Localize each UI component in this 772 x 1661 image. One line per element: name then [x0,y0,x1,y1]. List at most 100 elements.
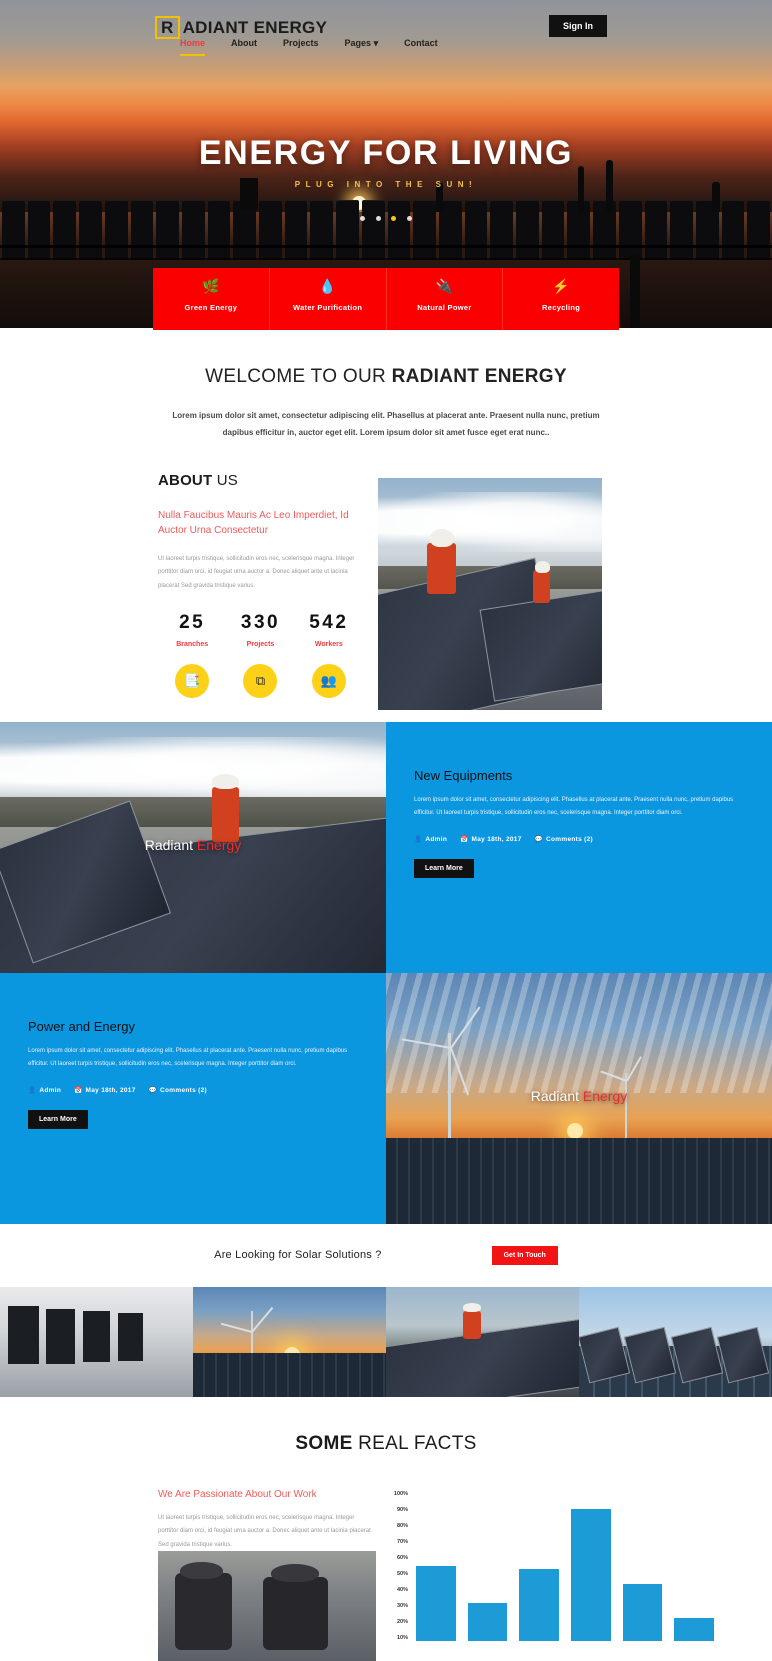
gallery-item-2[interactable] [193,1286,386,1397]
blog-card-power-and-energy: Power and Energy Lorem ipsum dolor sit a… [0,972,386,1224]
nav-item-contact[interactable]: Contact [404,38,438,56]
y-tick: 80% [396,1522,408,1529]
about-paragraph: Ut laoreet turpis tristique, sollicitudi… [158,555,355,590]
gallery-item-3[interactable] [386,1286,579,1397]
y-tick: 50% [396,1570,408,1577]
site-logo[interactable]: R ADIANT ENERGY [155,16,327,39]
bolt-icon: ⚡ [552,278,570,294]
y-tick: 20% [396,1618,408,1625]
get-in-touch-button[interactable]: Get In Touch [491,1245,558,1265]
carousel-dot-1[interactable] [360,216,366,221]
facts-paragraph: Ut laoreet turpis tristique, sollicitudi… [158,1514,371,1549]
feature-green-energy[interactable]: 🌿 Green Energy [153,268,270,330]
feature-label: Green Energy [184,303,238,312]
logo-text: ADIANT ENERGY [182,17,328,37]
meta-author: 👤 Admin [28,1086,62,1095]
feature-recycling[interactable]: ⚡ Recycling [503,268,619,330]
landing-page: ENERGY FOR LIVING PLUG INTO THE SUN! R A… [0,0,772,1661]
calendar-icon: 📅 [460,836,469,844]
nav-item-home[interactable]: Home [180,38,206,56]
hero-rail [0,245,772,248]
sign-in-button[interactable]: Sign In [549,15,607,37]
welcome-paragraph: Lorem ipsum dolor sit amet, consectetur … [172,411,600,437]
hero-title: ENERGY FOR LIVING [198,134,574,172]
learn-more-button[interactable]: Learn More [414,859,474,879]
meta-comments[interactable]: 💬 Comments (2) [535,835,593,844]
comment-icon: 💬 [148,1087,158,1095]
carousel-dot-4[interactable] [406,216,412,221]
gallery-item-1[interactable] [0,1286,193,1397]
blog-row-1: Radiant Energy New Equipments Lorem ipsu… [0,721,772,973]
y-tick: 30% [396,1602,408,1609]
counter-row: 25 Branches 📑 330 Projects ⧉ 542 Workers… [158,612,363,698]
gallery-item-4[interactable] [579,1286,772,1397]
users-icon: 👥 [311,663,346,698]
y-tick: 100% [393,1490,408,1497]
cta-band: Are Looking for Solar Solutions ? Get In… [0,1223,772,1287]
y-tick: 10% [396,1634,408,1641]
water-drop-icon: 💧 [318,278,337,294]
blog-photo-right: Radiant Energy [386,972,772,1224]
carousel-dot-2[interactable] [375,216,381,221]
blog-grid: Radiant Energy New Equipments Lorem ipsu… [0,721,772,1224]
copy-icon: ⧉ [243,663,278,698]
feature-bar: 🌿 Green Energy 💧 Water Purification 🔌 Na… [153,268,619,330]
user-icon: 👤 [28,1087,37,1095]
feature-water-purification[interactable]: 💧 Water Purification [270,268,387,330]
about-title: ABOUT US [158,471,238,489]
meta-comments[interactable]: 💬 Comments (2) [148,1086,207,1095]
blog-meta: 👤 Admin 📅 May 18th, 2017 💬 Comments (2) [28,1086,358,1095]
feature-label: Recycling [542,303,581,312]
counter-projects: 330 Projects ⧉ [226,612,294,698]
counter-label: Branches [176,640,209,648]
y-tick: 70% [396,1538,408,1545]
about-photo [378,477,602,710]
counter-workers: 542 Workers 👥 [295,612,363,698]
meta-date: 📅 May 18th, 2017 [460,835,522,844]
chart-bars [416,1491,715,1641]
blog-title: New Equipments [414,767,513,783]
carousel-dot-3[interactable] [391,216,397,221]
chart-bar [622,1583,663,1641]
hero-copy: ENERGY FOR LIVING PLUG INTO THE SUN! [0,134,772,189]
bookmark-icon: 📑 [175,663,210,698]
facts-body: We Are Passionate About Our Work Ut laor… [0,1489,772,1661]
facts-text-column: We Are Passionate About Our Work Ut laor… [158,1489,373,1553]
blog-photo-left: Radiant Energy [0,721,386,973]
feature-label: Natural Power [417,303,472,312]
hero-foreground-pole [630,255,640,328]
facts-photo [158,1550,376,1661]
chart-bar [467,1603,508,1641]
main-nav: Home About Projects Pages ▾ Contact [180,38,438,56]
blog-title: Power and Energy [28,1018,135,1034]
about-section: ABOUT US Nulla Faucibus Mauris Ac Leo Im… [0,472,772,710]
nav-item-projects[interactable]: Projects [283,38,319,56]
y-tick: 90% [396,1506,408,1513]
welcome-title: WELCOME TO OUR RADIANT ENERGY [205,366,567,387]
nav-item-pages[interactable]: Pages ▾ [345,38,379,56]
counter-number: 25 [179,611,206,633]
blog-meta: 👤 Admin 📅 May 18th, 2017 💬 Comments (2) [414,835,744,844]
chart-bar [519,1568,560,1641]
welcome-section: WELCOME TO OUR RADIANT ENERGY Lorem ipsu… [0,328,772,442]
chevron-down-icon: ▾ [373,38,379,48]
blog-card-new-equipments: New Equipments Lorem ipsum dolor sit ame… [386,721,772,973]
leaf-icon: 🌿 [202,278,220,294]
facts-subheading: We Are Passionate About Our Work [158,1488,317,1500]
blog-paragraph: Lorem ipsum dolor sit amet, consectetur … [414,796,734,817]
about-subheading: Nulla Faucibus Mauris Ac Leo Imperdiet, … [158,509,349,537]
counter-branches: 25 Branches 📑 [158,612,226,698]
learn-more-button[interactable]: Learn More [28,1110,88,1130]
nav-item-about[interactable]: About [231,38,257,56]
chart-bar [674,1618,715,1641]
feature-natural-power[interactable]: 🔌 Natural Power [387,268,504,330]
blog-paragraph: Lorem ipsum dolor sit amet, consectetur … [28,1047,348,1068]
photo-gallery [0,1286,772,1397]
carousel-dots[interactable] [0,208,772,226]
chart-bar [416,1565,456,1641]
about-text-column: ABOUT US Nulla Faucibus Mauris Ac Leo Im… [158,472,363,698]
photo-caption-right: Radiant Energy [530,1088,628,1105]
counter-label: Workers [314,640,343,648]
counter-number: 330 [240,611,281,633]
calendar-icon: 📅 [74,1087,83,1095]
